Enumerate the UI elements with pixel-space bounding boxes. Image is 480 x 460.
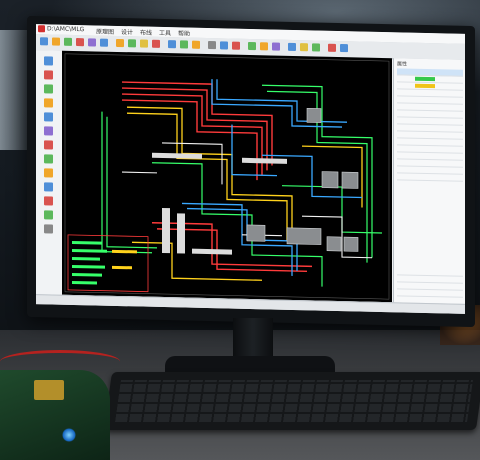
toolbar-icon[interactable] [220, 41, 228, 50]
menu-item[interactable]: 工具 [159, 28, 171, 37]
toolbar-icon[interactable] [128, 39, 136, 48]
tool-icon[interactable] [44, 84, 53, 94]
tool-icon[interactable] [44, 196, 53, 206]
tool-icon[interactable] [44, 98, 53, 108]
toolbar-icon[interactable] [88, 38, 96, 47]
component-icon[interactable] [44, 70, 53, 80]
ic-chips [246, 107, 359, 252]
tool-icon[interactable] [44, 126, 53, 136]
toolbar-icon[interactable] [232, 41, 240, 50]
blue-led [62, 428, 76, 442]
toolbar-icon[interactable] [116, 38, 124, 48]
toolbar-icon[interactable] [300, 43, 308, 52]
keyboard [103, 372, 480, 430]
title-text: D:\AMC\MLG [47, 25, 85, 34]
toolbar-icon[interactable] [272, 42, 280, 51]
menu-item[interactable]: 帮助 [178, 28, 190, 37]
properties-panel: 属性 [393, 58, 465, 304]
toolbar-icon[interactable] [64, 37, 72, 46]
tool-icon[interactable] [44, 154, 53, 164]
toolbar-icon[interactable] [260, 42, 268, 51]
toolbar-icon[interactable] [312, 43, 320, 52]
keyboard-keys [115, 380, 473, 422]
toolbar-icon[interactable] [208, 41, 216, 50]
computer-monitor: D:\AMC\MLG 原理图 设计 布线 工具 帮助 属性 [27, 15, 475, 328]
app-logo-icon [38, 25, 45, 33]
toolbar-icon[interactable] [180, 40, 188, 49]
toolbar-icon[interactable] [52, 37, 60, 46]
wire-icon[interactable] [44, 56, 53, 66]
toolbar-icon[interactable] [100, 38, 108, 47]
toolbar-icon[interactable] [40, 37, 48, 46]
tool-icon[interactable] [44, 210, 53, 220]
toolbar-icon[interactable] [192, 40, 200, 49]
toolbar-icon[interactable] [340, 44, 348, 53]
left-toolbox [36, 50, 63, 295]
pcb-traces [64, 53, 390, 300]
tool-icon[interactable] [44, 182, 53, 192]
tool-icon[interactable] [44, 140, 53, 150]
toolbar-icon[interactable] [168, 40, 176, 49]
toolbar-icon[interactable] [76, 38, 84, 47]
menu-item[interactable]: 原理图 [96, 26, 114, 35]
toolbar-icon[interactable] [248, 41, 256, 51]
tool-icon[interactable] [44, 168, 53, 178]
toolbar-icon[interactable] [328, 43, 336, 52]
monitor-screen: D:\AMC\MLG 原理图 设计 布线 工具 帮助 属性 [36, 24, 465, 314]
yellow-component [34, 380, 64, 400]
tool-icon[interactable] [44, 224, 53, 234]
pcb-canvas[interactable] [62, 50, 392, 303]
property-row[interactable] [397, 173, 463, 182]
photo-scene: D:\AMC\MLG 原理图 设计 布线 工具 帮助 属性 [0, 0, 480, 460]
toolbar-icon[interactable] [152, 39, 160, 48]
toolbar-icon[interactable] [140, 39, 148, 48]
tool-icon[interactable] [44, 112, 53, 122]
toolbar-icon[interactable] [288, 42, 296, 52]
property-row[interactable] [397, 289, 463, 298]
menu-item[interactable]: 布线 [140, 27, 152, 36]
panel-title: 属性 [397, 61, 408, 68]
menu-item[interactable]: 设计 [121, 27, 133, 36]
